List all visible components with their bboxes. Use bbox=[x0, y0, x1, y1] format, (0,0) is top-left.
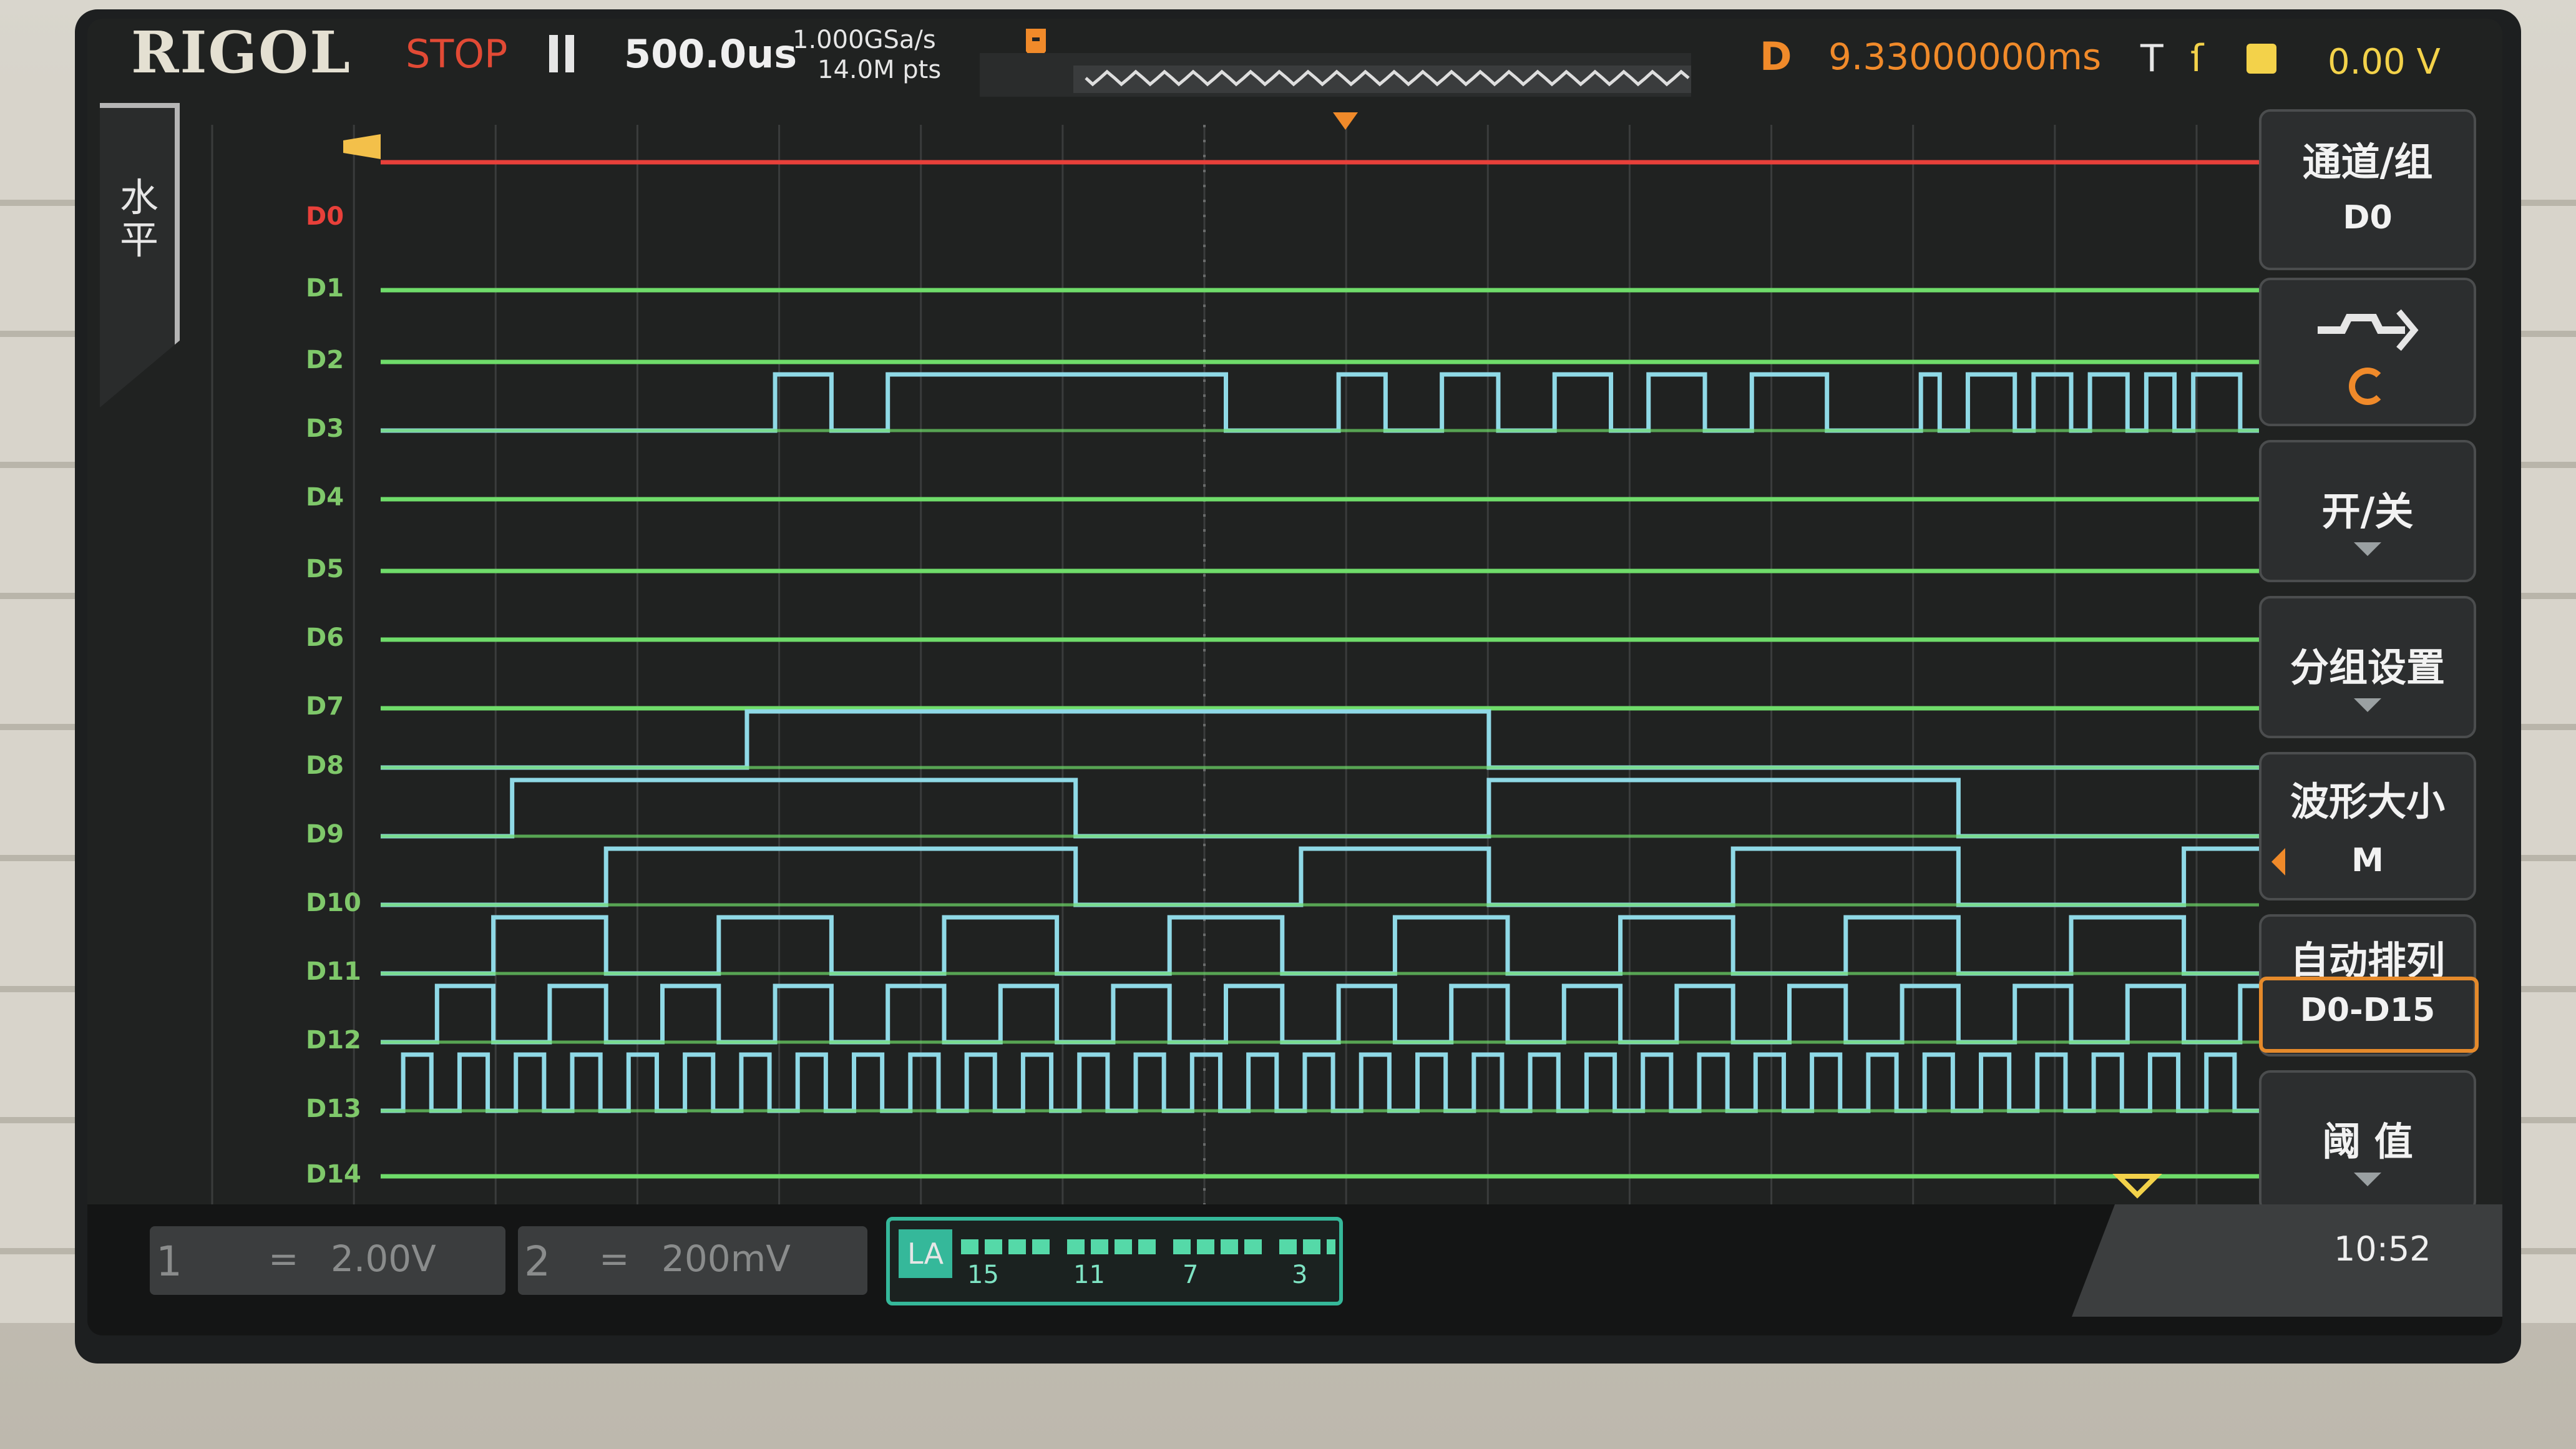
oscilloscope-screen: RIGOL STOP 500.0us 1.000GSa/s 14.0M pts … bbox=[87, 19, 2502, 1335]
channel-label-d4[interactable]: D4 bbox=[306, 483, 344, 512]
la-tick-11: 11 bbox=[1073, 1261, 1105, 1289]
ch2-number: 2 bbox=[524, 1237, 550, 1286]
la-channel-indicators bbox=[961, 1239, 1335, 1254]
channel-label-d13[interactable]: D13 bbox=[306, 1095, 361, 1123]
channel-label-d0[interactable]: D0 bbox=[306, 202, 344, 231]
channel-label-d5[interactable]: D5 bbox=[306, 555, 344, 583]
channel-label-d14[interactable]: D14 bbox=[306, 1160, 361, 1189]
trace-d8[interactable] bbox=[381, 709, 2259, 770]
channel-group-value: D0 bbox=[2343, 199, 2393, 237]
channel-label-d8[interactable]: D8 bbox=[306, 751, 344, 780]
waveform-size-title: 波形大小 bbox=[2290, 779, 2445, 824]
ch1-scale: 2.00V bbox=[331, 1237, 436, 1280]
trace-d10[interactable] bbox=[381, 846, 2259, 907]
channel-group-button[interactable]: 通道/组 D0 bbox=[2259, 109, 2476, 270]
channel-label-d11[interactable]: D11 bbox=[306, 957, 361, 986]
group-settings-title: 分组设置 bbox=[2290, 645, 2445, 690]
la-channel-square bbox=[1115, 1239, 1132, 1254]
auto-sort-selection-outline bbox=[2259, 977, 2479, 1053]
la-channel-square bbox=[1173, 1239, 1191, 1254]
d0-selection-marker-icon bbox=[343, 134, 381, 159]
clock-panel bbox=[2072, 1204, 2502, 1317]
la-channel-square bbox=[985, 1239, 1002, 1254]
bottom-status-bar: 1 = 2.00V 2 = 200mV LA 15 11 7 3 10:52 bbox=[87, 1204, 2502, 1335]
la-channel-square bbox=[961, 1239, 978, 1254]
ch1-number: 1 bbox=[156, 1237, 182, 1286]
la-channel-square bbox=[1303, 1239, 1320, 1254]
channel-label-d6[interactable]: D6 bbox=[306, 623, 344, 652]
trace-d13[interactable] bbox=[381, 1052, 2259, 1113]
chevron-left-icon bbox=[2271, 848, 2285, 876]
horizontal-tab-label: 水平 bbox=[120, 175, 159, 263]
la-channel-square bbox=[1244, 1239, 1262, 1254]
waveform-size-button[interactable]: 波形大小 M bbox=[2259, 752, 2476, 900]
la-tick-3: 3 bbox=[1292, 1261, 1308, 1289]
channel-label-d12[interactable]: D12 bbox=[306, 1026, 361, 1055]
trace-d12[interactable] bbox=[381, 983, 2259, 1045]
trigger-level-marker-icon bbox=[2112, 1174, 2162, 1199]
ch2-box[interactable]: 2 = 200mV bbox=[518, 1226, 867, 1295]
on-off-title: 开/关 bbox=[2321, 489, 2414, 534]
channel-label-d2[interactable]: D2 bbox=[306, 346, 344, 374]
la-channel-square bbox=[1091, 1239, 1108, 1254]
la-menu: 通道/组 D0 开/关 分组设置 波形大小 M 自动排列 D0-D15 阈 值 bbox=[2234, 109, 2496, 1289]
la-channel-square bbox=[1197, 1239, 1214, 1254]
la-channel-square bbox=[1032, 1239, 1050, 1254]
ch2-scale: 200mV bbox=[661, 1237, 791, 1280]
waveform-select-button[interactable] bbox=[2259, 278, 2476, 426]
channel-label-d1[interactable]: D1 bbox=[306, 274, 344, 303]
la-channel-square bbox=[1067, 1239, 1085, 1254]
on-off-button[interactable]: 开/关 bbox=[2259, 440, 2476, 582]
group-settings-button[interactable]: 分组设置 bbox=[2259, 596, 2476, 738]
chevron-down-icon bbox=[2354, 542, 2381, 556]
trace-d11[interactable] bbox=[381, 915, 2259, 976]
la-tick-15: 15 bbox=[967, 1261, 999, 1289]
chevron-down-icon bbox=[2354, 1173, 2381, 1186]
channel-label-d3[interactable]: D3 bbox=[306, 414, 344, 443]
ch2-coupling: = bbox=[599, 1237, 630, 1280]
trigger-position-arrow-icon bbox=[1333, 112, 1358, 130]
channel-label-d9[interactable]: D9 bbox=[306, 820, 344, 849]
waveform-display[interactable]: D0D1D2D3D4D5D6D7D8D9D10D11D12D13D14D15 bbox=[87, 19, 2502, 1335]
ch1-box[interactable]: 1 = 2.00V bbox=[150, 1226, 505, 1295]
clock: 10:52 bbox=[2334, 1229, 2431, 1269]
la-tick-7: 7 bbox=[1183, 1261, 1199, 1289]
la-channel-square bbox=[1138, 1239, 1156, 1254]
threshold-button[interactable]: 阈 值 bbox=[2259, 1070, 2476, 1212]
channel-label-d7[interactable]: D7 bbox=[306, 692, 344, 721]
la-channel-square bbox=[1008, 1239, 1026, 1254]
digital-wave-icon bbox=[2318, 309, 2419, 351]
trace-d3[interactable] bbox=[381, 372, 2259, 433]
la-status-box[interactable] bbox=[886, 1217, 1343, 1305]
channel-group-title: 通道/组 bbox=[2302, 139, 2433, 185]
threshold-title: 阈 值 bbox=[2322, 1119, 2413, 1164]
ch1-coupling: = bbox=[268, 1237, 299, 1280]
channel-label-d10[interactable]: D10 bbox=[306, 889, 361, 917]
la-channel-square bbox=[1279, 1239, 1297, 1254]
la-channel-square bbox=[1327, 1239, 1335, 1254]
la-channel-square bbox=[1221, 1239, 1238, 1254]
trace-d9[interactable] bbox=[381, 778, 2259, 839]
rotate-knob-icon bbox=[2349, 368, 2386, 405]
waveform-size-value: M bbox=[2351, 842, 2384, 879]
la-label: LA bbox=[899, 1229, 953, 1278]
chevron-down-icon bbox=[2354, 698, 2381, 712]
